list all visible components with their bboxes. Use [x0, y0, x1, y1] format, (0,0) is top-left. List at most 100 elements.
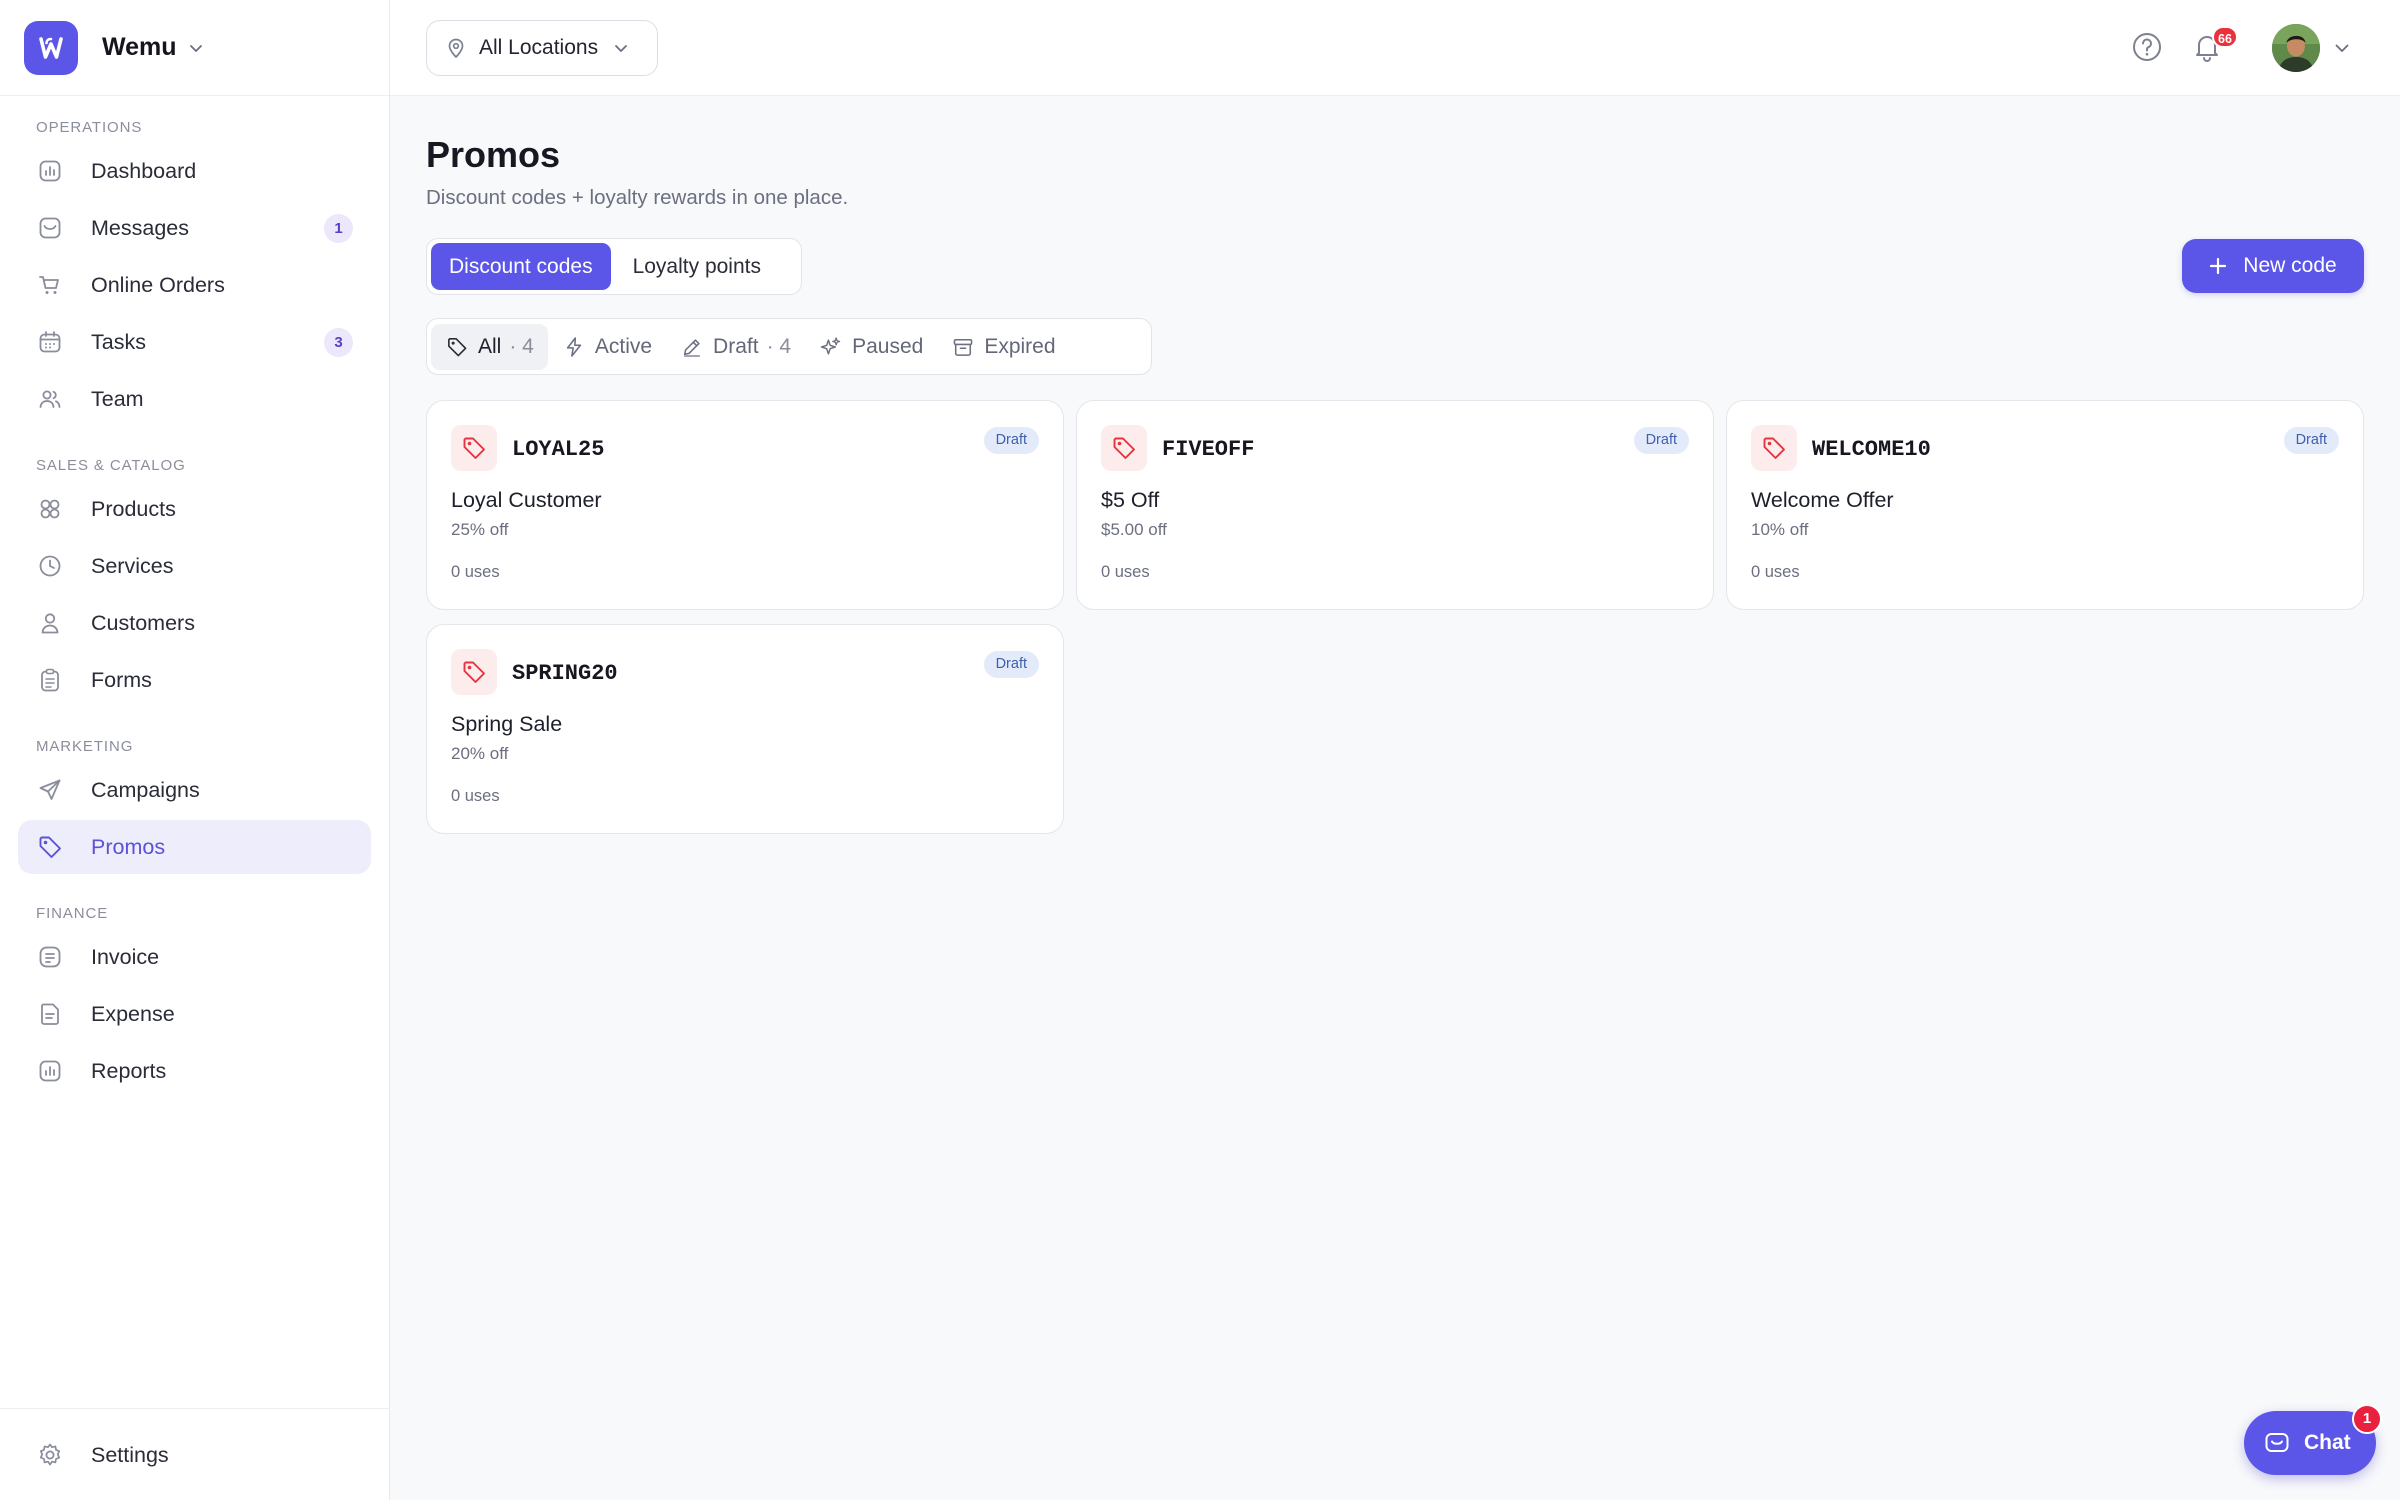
promo-uses: 0 uses	[451, 787, 500, 805]
status-badge: Draft	[983, 651, 1039, 678]
count-badge: 1	[324, 214, 353, 243]
sidebar-item-invoice[interactable]: Invoice	[18, 930, 371, 984]
sidebar-item-label: Messages	[91, 215, 189, 240]
promo-card[interactable]: FIVEOFF Draft $5 Off $5.00 off 0 uses	[1076, 400, 1714, 610]
filter-draft[interactable]: Draft · 4	[666, 324, 805, 370]
promo-tag-icon-wrap	[1101, 425, 1147, 471]
filter-count: · 4	[509, 334, 534, 358]
tag-icon	[463, 437, 485, 459]
sidebar-item-label: Settings	[91, 1442, 169, 1467]
filter-all[interactable]: All · 4	[431, 323, 548, 370]
sidebar-item-messages[interactable]: Messages 1	[18, 201, 371, 255]
cart-icon	[39, 276, 59, 294]
chart-icon	[39, 160, 61, 182]
promo-card[interactable]: WELCOME10 Draft Welcome Offer 10% off 0 uses	[1726, 400, 2364, 610]
sidebar-item-services[interactable]: Services	[18, 539, 371, 593]
filter-count: · 4	[766, 334, 792, 358]
sidebar-item-label: Customers	[91, 610, 195, 635]
sidebar-item-label: Team	[91, 386, 144, 411]
tag-icon	[1113, 437, 1135, 459]
tab-discount-codes[interactable]: Discount codes	[431, 243, 611, 290]
status-badge: Draft	[1633, 427, 1689, 454]
chevron-down-icon	[615, 45, 627, 52]
tab-loyalty-points[interactable]: Loyalty points	[615, 243, 779, 290]
section-label: OPERATIONS	[36, 119, 143, 136]
filter-expired[interactable]: Expired	[937, 324, 1069, 370]
promo-uses: 0 uses	[1101, 563, 1150, 581]
promo-code: WELCOME10	[1812, 437, 1931, 462]
location-select[interactable]: All Locations	[426, 20, 658, 76]
status-filters: All · 4 Active Draft · 4 Paused Expired	[426, 318, 1152, 375]
help-icon[interactable]	[2130, 30, 2164, 64]
map-pin-icon	[448, 38, 464, 58]
count-badge: 3	[324, 328, 353, 357]
bolt-icon	[566, 336, 582, 357]
sidebar-item-team[interactable]: Team	[18, 372, 371, 426]
sidebar-item-promos[interactable]: Promos	[18, 820, 371, 874]
sidebar-item-label: Tasks	[91, 329, 146, 354]
team-icon	[39, 390, 61, 408]
user-icon	[41, 613, 59, 634]
sidebar-item-label: Invoice	[91, 944, 160, 969]
chat-badge: 1	[2352, 1404, 2382, 1434]
tag-icon	[1763, 437, 1785, 459]
sidebar-footer: Settings	[0, 1408, 389, 1500]
sidebar-item-online-orders[interactable]: Online Orders	[18, 258, 371, 312]
section-label: FINANCE	[36, 905, 109, 922]
receipt-icon	[39, 946, 61, 968]
tag-icon	[39, 836, 61, 858]
document-icon	[41, 1003, 59, 1025]
new-code-label: New code	[2243, 254, 2337, 277]
sidebar-item-reports[interactable]: Reports	[18, 1044, 371, 1098]
topbar: All Locations 66	[390, 0, 2400, 96]
status-badge: Draft	[983, 427, 1039, 454]
chevron-down-icon	[189, 44, 202, 52]
promo-code: FIVEOFF	[1162, 437, 1255, 462]
status-badge: Draft	[2283, 427, 2339, 454]
archive-icon	[953, 338, 973, 356]
calendar-icon	[39, 331, 61, 353]
notification-badge: 66	[2212, 26, 2238, 48]
filter-active[interactable]: Active	[548, 324, 666, 370]
promo-tag-icon-wrap	[1751, 425, 1797, 471]
section-label: MARKETING	[36, 738, 134, 755]
promo-name: Welcome Offer	[1751, 488, 1894, 512]
filter-label: Expired	[984, 334, 1056, 358]
promo-tag-icon-wrap	[451, 649, 497, 695]
send-icon	[39, 779, 61, 800]
sidebar-item-tasks[interactable]: Tasks 3	[18, 315, 371, 369]
sidebar-item-forms[interactable]: Forms	[18, 653, 371, 707]
sidebar-item-customers[interactable]: Customers	[18, 596, 371, 650]
promo-card[interactable]: SPRING20 Draft Spring Sale 20% off 0 uses	[426, 624, 1064, 834]
wemu-logo	[24, 20, 78, 75]
grid-icon	[40, 499, 60, 519]
promo-card[interactable]: LOYAL25 Draft Loyal Customer 25% off 0 uses	[426, 400, 1064, 610]
pencil-icon	[683, 338, 701, 357]
workspace-switcher[interactable]: Wemu	[0, 0, 389, 96]
location-select-value: All Locations	[479, 36, 599, 59]
sidebar-item-label: Online Orders	[91, 272, 225, 297]
chart-icon	[39, 1060, 61, 1082]
sidebar-item-dashboard[interactable]: Dashboard	[18, 144, 371, 198]
avatar[interactable]	[2272, 24, 2320, 72]
sidebar-item-label: Forms	[91, 667, 152, 692]
sidebar-item-settings[interactable]: Settings	[18, 1428, 371, 1482]
filter-label: Paused	[852, 334, 924, 358]
chat-icon	[2265, 1433, 2289, 1452]
chat-label: Chat	[2304, 1431, 2351, 1454]
sidebar-item-expense[interactable]: Expense	[18, 987, 371, 1041]
sidebar-item-campaigns[interactable]: Campaigns	[18, 763, 371, 817]
sidebar-nav: OPERATIONS Dashboard Messages 1 Online Order…	[0, 96, 389, 1098]
plus-icon	[2210, 257, 2227, 275]
filter-paused[interactable]: Paused	[805, 324, 937, 370]
tag-icon	[448, 337, 467, 356]
sidebar: Wemu OPERATIONS Dashboard Messages 1 Online …	[0, 0, 390, 1500]
sidebar-item-products[interactable]: Products	[18, 482, 371, 536]
sidebar-item-label: Products	[91, 496, 176, 521]
section-label: SALES & CATALOG	[36, 457, 186, 474]
chevron-down-icon[interactable]	[2332, 38, 2352, 58]
promo-code: LOYAL25	[512, 437, 605, 462]
promo-discount: 25% off	[451, 520, 509, 539]
new-code-button[interactable]: New code	[2182, 239, 2364, 293]
clock-icon	[39, 555, 61, 577]
